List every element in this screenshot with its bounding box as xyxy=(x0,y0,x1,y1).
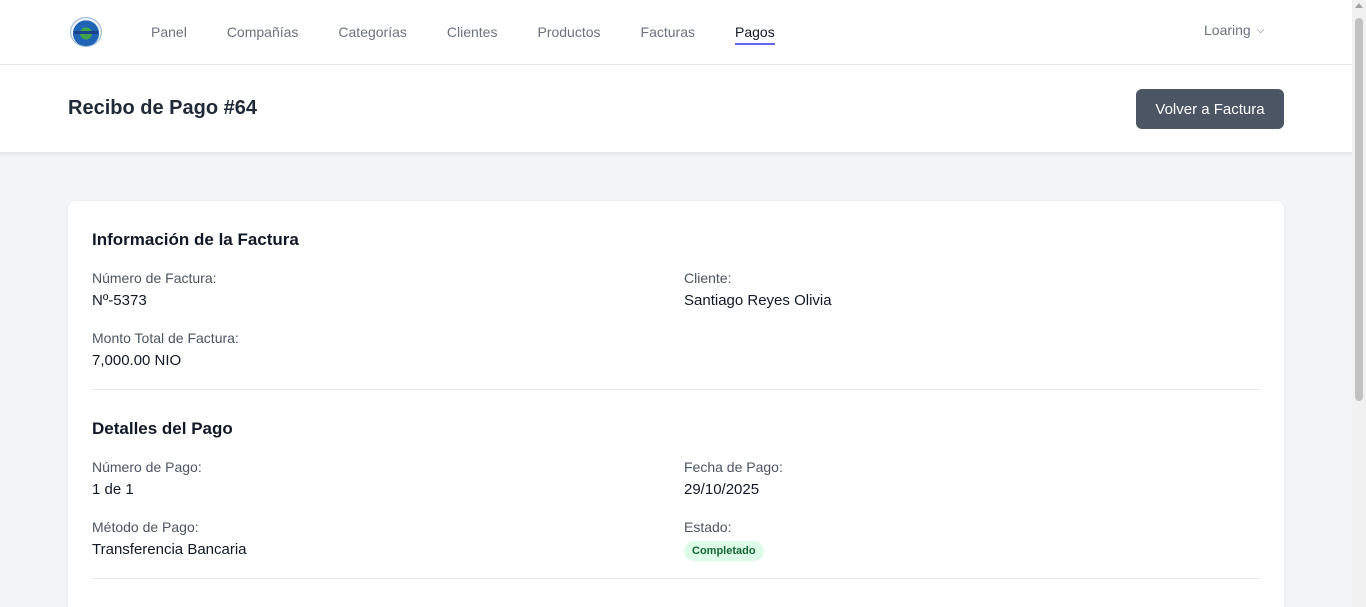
nav-item-companias[interactable]: Compañías xyxy=(227,0,299,64)
payment-method-value: Transferencia Bancaria xyxy=(92,541,247,558)
user-menu-dropdown[interactable]: Loaring ⌵ xyxy=(1204,22,1264,38)
payment-details-title: Detalles del Pago xyxy=(92,419,233,438)
payment-date-label: Fecha de Pago: xyxy=(684,459,783,475)
section-divider xyxy=(92,578,1260,579)
nav-item-productos[interactable]: Productos xyxy=(537,0,600,64)
main-menu: Panel Compañías Categorías Clientes Prod… xyxy=(151,0,815,64)
payment-method-label: Método de Pago: xyxy=(92,519,199,535)
payment-number-value: 1 de 1 xyxy=(92,481,134,498)
vertical-scrollbar[interactable] xyxy=(1352,0,1366,607)
page-header: Recibo de Pago #64 Volver a Factura xyxy=(0,65,1352,153)
payment-date-value: 29/10/2025 xyxy=(684,481,760,498)
nav-item-clientes[interactable]: Clientes xyxy=(447,0,498,64)
client-value: Santiago Reyes Olivia xyxy=(684,292,832,309)
invoice-number-value: Nº-5373 xyxy=(92,292,147,309)
chevron-down-icon: ⌵ xyxy=(1256,24,1265,36)
nav-item-facturas[interactable]: Facturas xyxy=(641,0,695,64)
top-navbar: Panel Compañías Categorías Clientes Prod… xyxy=(0,0,1352,65)
receipt-card: Información de la Factura Número de Fact… xyxy=(68,201,1284,607)
nav-item-panel[interactable]: Panel xyxy=(151,0,187,64)
invoice-total-value: 7,000.00 NIO xyxy=(92,352,182,369)
scrollbar-thumb[interactable] xyxy=(1355,18,1363,401)
invoice-info-title: Información de la Factura xyxy=(92,230,299,249)
status-label: Estado: xyxy=(684,519,732,535)
payment-number-label: Número de Pago: xyxy=(92,459,202,475)
client-label: Cliente: xyxy=(684,270,732,286)
scroll-up-arrow-icon[interactable] xyxy=(1355,3,1363,8)
back-to-invoice-button[interactable]: Volver a Factura xyxy=(1136,89,1284,129)
section-divider xyxy=(92,389,1260,390)
company-logo-icon[interactable] xyxy=(70,17,102,47)
nav-item-categorias[interactable]: Categorías xyxy=(338,0,406,64)
page-title: Recibo de Pago #64 xyxy=(68,97,257,119)
nav-item-pagos[interactable]: Pagos xyxy=(735,0,775,64)
status-badge: Completado xyxy=(684,541,764,561)
invoice-total-label: Monto Total de Factura: xyxy=(92,330,239,346)
invoice-number-label: Número de Factura: xyxy=(92,270,217,286)
user-name: Loaring xyxy=(1204,22,1251,38)
